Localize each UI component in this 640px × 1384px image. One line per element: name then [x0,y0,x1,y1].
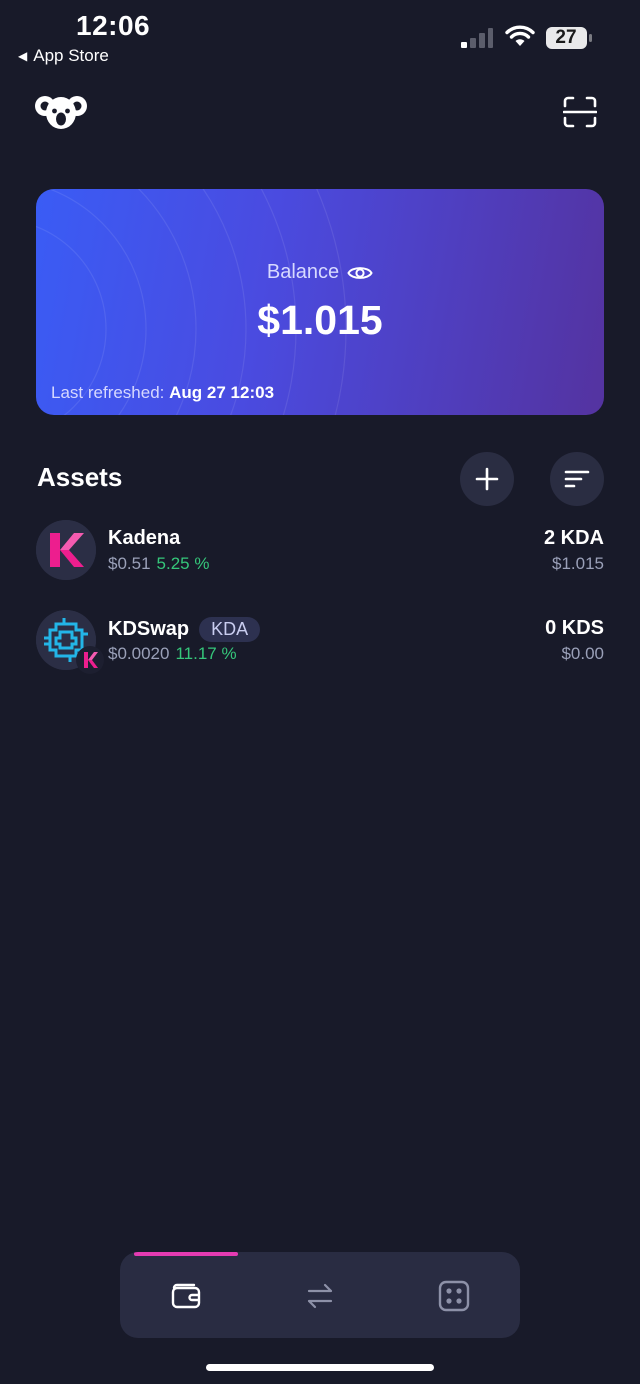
battery-indicator: 27 [545,26,593,50]
asset-price: $0.0020 [108,644,170,663]
kadena-chain-badge-icon [76,646,104,674]
balance-label-row: Balance [36,261,604,284]
assets-title: Assets [37,462,123,492]
asset-row-kadena[interactable]: Kadena $0.51 5.25 % 2 KDA $1.015 [36,520,604,584]
last-refreshed: Last refreshed: Aug 27 12:03 [51,383,274,403]
koala-icon [35,96,87,129]
asset-change: 5.25 % [156,554,210,573]
eye-icon[interactable] [347,264,373,282]
asset-price: $0.51 [108,554,151,573]
nav-wallet[interactable] [164,1274,208,1318]
sort-assets-button[interactable] [550,452,604,506]
balance-value: $1.015 [257,297,383,343]
asset-price-row: $0.0020 11.17 % [108,644,237,664]
cellular-signal-icon [461,28,493,48]
asset-name-label: Kadena [108,527,181,549]
asset-fiat-value: $1.015 [552,554,604,573]
last-refreshed-label: Last refreshed: [51,383,165,402]
network-chip: KDA [199,617,261,642]
asset-name: KDSwap KDA [108,617,261,642]
last-refreshed-time: Aug 27 12:03 [169,383,275,402]
asset-name-label: KDSwap [108,618,190,640]
apps-icon [438,1280,470,1312]
active-tab-indicator [134,1252,238,1256]
nav-apps[interactable] [432,1274,476,1318]
asset-amount: 0 KDS [545,617,604,639]
asset-row-kdswap[interactable]: KDSwap KDA $0.0020 11.17 % 0 KDS $0.00 [36,610,604,674]
back-to-app-store-link[interactable]: ◀ App Store [18,46,109,66]
add-asset-button[interactable] [460,452,514,506]
battery-level: 27 [555,27,577,48]
back-label: App Store [33,46,109,65]
balance-card: Balance $1.015 Last refreshed: Aug 27 12… [36,189,604,415]
status-time: 12:06 [76,10,151,41]
asset-price-row: $0.51 5.25 % [108,554,209,574]
wifi-icon [505,25,535,46]
asset-amount: 2 KDA [543,527,604,549]
qr-scan-icon[interactable] [563,96,597,128]
balance-label: Balance [266,261,340,283]
swap-arrows-icon [307,1283,333,1309]
asset-name: Kadena [108,527,180,550]
asset-fiat-value: $0.00 [561,644,604,663]
bottom-nav [120,1252,520,1338]
back-arrow-icon: ◀ [18,49,28,63]
kadena-token-icon [36,520,96,580]
nav-swap[interactable] [298,1274,342,1318]
home-indicator[interactable] [206,1364,434,1371]
wallet-icon [171,1283,201,1309]
sort-icon [564,470,590,488]
asset-change: 11.17 % [175,644,237,663]
plus-icon [475,467,499,491]
